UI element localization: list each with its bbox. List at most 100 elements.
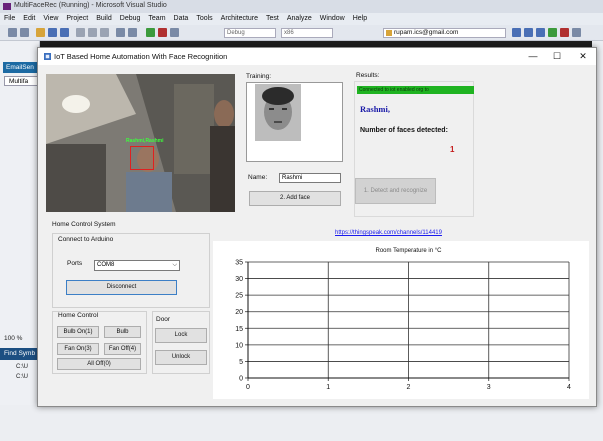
toolbox-icon[interactable] — [536, 28, 545, 37]
bulb-on-button[interactable]: Bulb On(1) — [57, 326, 99, 338]
save-icon[interactable] — [48, 28, 57, 37]
vs-title-bar: MultiFaceRec (Running) - Microsoft Visua… — [0, 0, 603, 13]
copy-icon[interactable] — [88, 28, 97, 37]
undo-icon[interactable] — [116, 28, 125, 37]
fan-on-button[interactable]: Fan On(3) — [57, 343, 99, 355]
name-input[interactable]: Rashmi — [279, 173, 341, 183]
add-face-button[interactable]: 2. Add face — [249, 191, 341, 206]
forward-icon[interactable] — [20, 28, 29, 37]
menu-item-edit[interactable]: Edit — [23, 15, 35, 25]
menu-item-build[interactable]: Build — [96, 15, 112, 25]
menu-item-test[interactable]: Test — [266, 15, 279, 25]
vs-title-text: MultiFaceRec (Running) - Microsoft Visua… — [14, 2, 167, 9]
vs-bottom-area — [0, 405, 603, 441]
detected-face-label: Rashmi,Rashmi — [126, 138, 164, 144]
app-window-icon — [44, 53, 51, 60]
platform-combo[interactable]: x86 — [281, 28, 333, 38]
vs-document-tab[interactable]: EmailSen — [3, 62, 40, 73]
menu-item-view[interactable]: View — [43, 15, 58, 25]
output-icon[interactable] — [572, 28, 581, 37]
fan-off-button[interactable]: Fan Off(4) — [104, 343, 141, 355]
training-label: Training: — [246, 73, 272, 80]
window-title: IoT Based Home Automation With Face Reco… — [54, 52, 228, 61]
menu-item-data[interactable]: Data — [174, 15, 189, 25]
menu-item-help[interactable]: Help — [353, 15, 367, 25]
y-tick-label: 10 — [235, 342, 243, 349]
account-email: rupam.ics@gmail.com — [394, 29, 459, 36]
lock-button[interactable]: Lock — [155, 328, 207, 343]
vs-menu-bar: File Edit View Project Build Debug Team Data Too… — [0, 13, 603, 25]
screen: MultiFaceRec (Running) - Microsoft Visua… — [0, 0, 603, 441]
x-tick-label: 4 — [567, 384, 571, 391]
app-window: IoT Based Home Automation With Face Reco… — [37, 47, 597, 407]
find-result-item[interactable]: C:\U — [16, 364, 28, 370]
detect-recognize-button[interactable]: 1. Detect and recognize — [355, 178, 436, 204]
all-off-button[interactable]: All Off(0) — [57, 358, 141, 370]
config-combo[interactable]: Debug — [224, 28, 276, 38]
vs-zoom-level[interactable]: 100 % — [4, 335, 22, 342]
recognized-name: Rashmi, — [360, 104, 390, 114]
back-icon[interactable] — [8, 28, 17, 37]
face-thumbnail — [255, 84, 301, 141]
ports-dropdown[interactable]: COM8 ⌵ — [94, 260, 180, 271]
stop-icon[interactable] — [158, 28, 167, 37]
continue-icon[interactable] — [146, 28, 155, 37]
x-tick-label: 0 — [246, 384, 250, 391]
menu-item-tools[interactable]: Tools — [196, 15, 212, 25]
bulb-off-button[interactable]: Bulb — [104, 326, 141, 338]
account-icon — [386, 30, 392, 36]
restart-icon[interactable] — [170, 28, 179, 37]
training-face-image — [255, 84, 301, 141]
properties-icon[interactable] — [524, 28, 533, 37]
home-control-system-label: Home Control System — [52, 221, 116, 228]
menu-item-team[interactable]: Team — [148, 15, 165, 25]
maximize-button[interactable]: ☐ — [546, 49, 568, 64]
chevron-down-icon: ⌵ — [172, 262, 177, 268]
paste-icon[interactable] — [100, 28, 109, 37]
server-explorer-icon[interactable] — [548, 28, 557, 37]
menu-item-file[interactable]: File — [4, 15, 15, 25]
menu-item-window[interactable]: Window — [320, 15, 345, 25]
vs-find-symbol-panel[interactable]: Find Symb — [0, 348, 40, 360]
ports-label: Ports — [67, 260, 83, 267]
menu-item-project[interactable]: Project — [66, 15, 88, 25]
cut-icon[interactable] — [76, 28, 85, 37]
error-list-icon[interactable] — [560, 28, 569, 37]
thingspeak-link[interactable]: https://thingspeak.com/channels/114419 — [335, 230, 442, 236]
menu-item-analyze[interactable]: Analyze — [287, 15, 312, 25]
y-tick-label: 5 — [239, 359, 243, 366]
x-tick-label: 1 — [326, 384, 330, 391]
disconnect-button[interactable]: Disconnect — [66, 280, 177, 295]
y-tick-label: 20 — [235, 309, 243, 316]
unlock-button[interactable]: Unlock — [155, 350, 207, 365]
find-result-item[interactable]: C:\U — [16, 374, 28, 380]
detected-face-box — [130, 146, 154, 170]
results-label: Results: — [356, 72, 380, 79]
door-label: Door — [156, 316, 171, 323]
account-combo[interactable]: rupam.ics@gmail.com — [383, 28, 506, 38]
x-tick-label: 3 — [487, 384, 491, 391]
redo-icon[interactable] — [128, 28, 137, 37]
close-button[interactable]: ✕ — [572, 49, 594, 64]
y-tick-label: 15 — [235, 326, 243, 333]
faces-detected-count: 1 — [450, 145, 455, 154]
y-tick-label: 35 — [235, 260, 243, 267]
vs-document-tab-2[interactable]: Multifa — [4, 76, 40, 86]
minimize-button[interactable]: — — [522, 49, 544, 64]
vs-toolbar: Debug x86 rupam.ics@gmail.com — [0, 25, 603, 41]
y-tick-label: 25 — [235, 293, 243, 300]
menu-item-architecture[interactable]: Architecture — [221, 15, 258, 25]
y-tick-label: 30 — [235, 276, 243, 283]
y-tick-label: 0 — [239, 376, 243, 383]
menu-item-debug[interactable]: Debug — [120, 15, 141, 25]
visual-studio-logo-icon — [3, 3, 11, 10]
x-tick-label: 2 — [407, 384, 411, 391]
results-status-bar: Connected to iot enabled org to — [357, 86, 474, 94]
open-folder-icon[interactable] — [36, 28, 45, 37]
save-all-icon[interactable] — [60, 28, 69, 37]
solution-explorer-icon[interactable] — [512, 28, 521, 37]
training-image-box — [246, 82, 343, 162]
ports-selected-value: COM8 — [97, 262, 115, 268]
temperature-chart-svg: Room Temperature in °C 0 5 10 15 20 25 30 35 0 1 2 3… — [235, 248, 571, 391]
window-title-bar: IoT Based Home Automation With Face Reco… — [38, 48, 596, 65]
